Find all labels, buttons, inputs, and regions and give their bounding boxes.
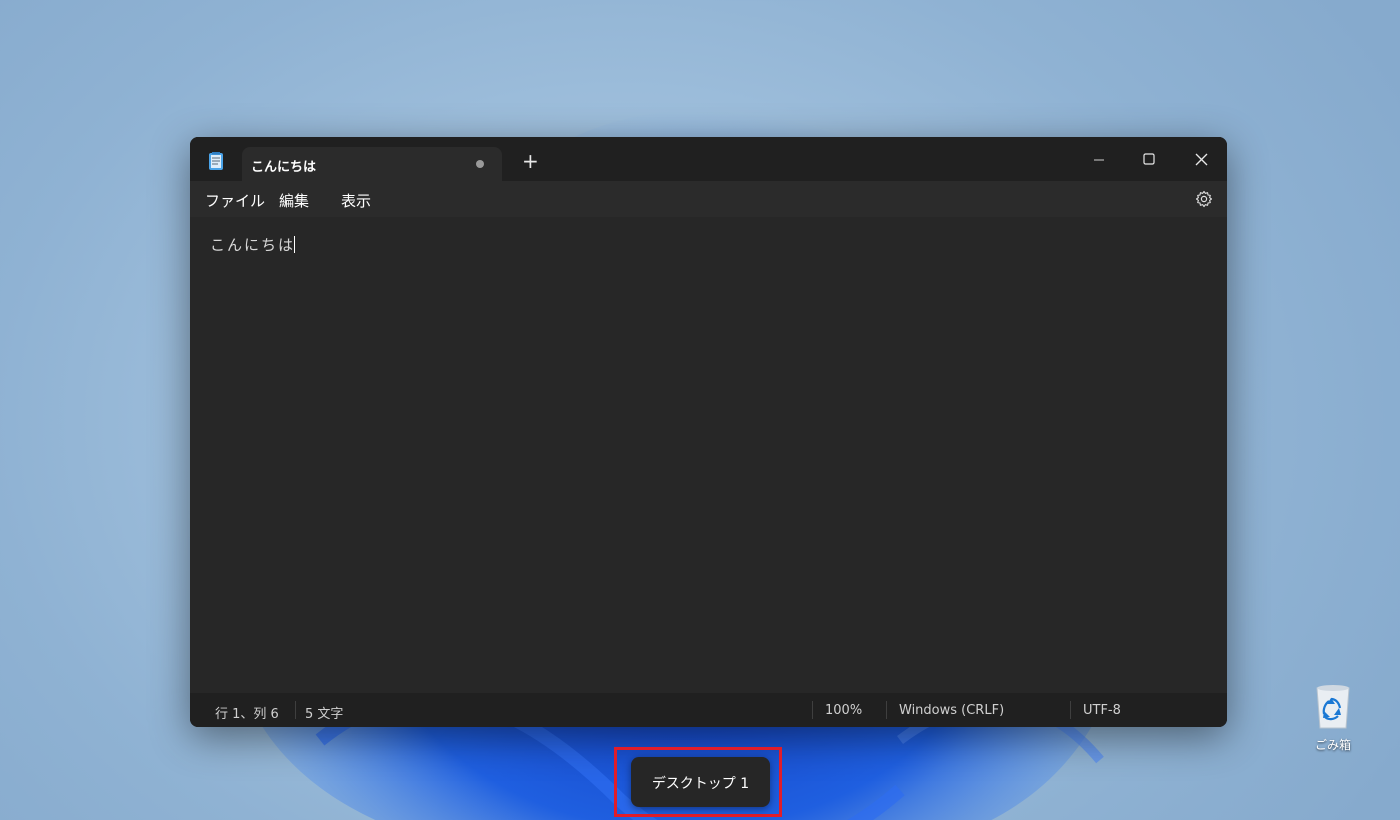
close-button[interactable]	[1178, 145, 1224, 175]
notepad-window: こんにちは + ファイル 編集 表示 こんにちは 行 1、列 6 5 文字 10…	[190, 137, 1227, 727]
status-line-ending[interactable]: Windows (CRLF)	[899, 703, 1004, 718]
maximize-button[interactable]	[1126, 145, 1172, 175]
status-divider	[886, 701, 887, 719]
unsaved-dot-icon[interactable]	[476, 160, 484, 168]
tab-title: こんにちは	[251, 160, 317, 175]
recycle-bin[interactable]: ごみ箱	[1305, 680, 1361, 760]
desktop-switcher-button[interactable]: デスクトップ 1	[631, 757, 770, 807]
menu-edit[interactable]: 編集	[279, 190, 309, 211]
editor-content[interactable]: こんにちは	[210, 234, 296, 255]
text-editor-area[interactable]: こんにちは	[190, 217, 1227, 693]
status-cursor-position: 行 1、列 6	[215, 707, 279, 722]
minimize-button[interactable]	[1076, 145, 1122, 175]
title-bar[interactable]: こんにちは +	[190, 137, 1227, 181]
status-divider	[295, 701, 296, 719]
status-bar: 行 1、列 6 5 文字 100% Windows (CRLF) UTF-8	[190, 693, 1227, 727]
menu-bar: ファイル 編集 表示	[190, 181, 1227, 217]
status-encoding[interactable]: UTF-8	[1083, 703, 1121, 718]
editor-text: こんにちは	[210, 236, 296, 254]
status-divider	[812, 701, 813, 719]
recycle-bin-label: ごみ箱	[1314, 738, 1351, 752]
text-caret	[294, 236, 296, 253]
tab-document[interactable]: こんにちは	[242, 147, 502, 181]
menu-view[interactable]: 表示	[341, 190, 371, 211]
settings-gear-icon[interactable]	[1195, 190, 1213, 208]
desktop-switcher-label: デスクトップ 1	[651, 776, 750, 792]
status-divider	[1070, 701, 1071, 719]
menu-file[interactable]: ファイル	[205, 190, 265, 211]
status-char-count: 5 文字	[305, 707, 344, 722]
recycle-bin-icon	[1316, 685, 1350, 729]
status-zoom[interactable]: 100%	[825, 703, 862, 718]
notepad-icon	[209, 152, 223, 170]
new-tab-button[interactable]: +	[522, 151, 539, 171]
